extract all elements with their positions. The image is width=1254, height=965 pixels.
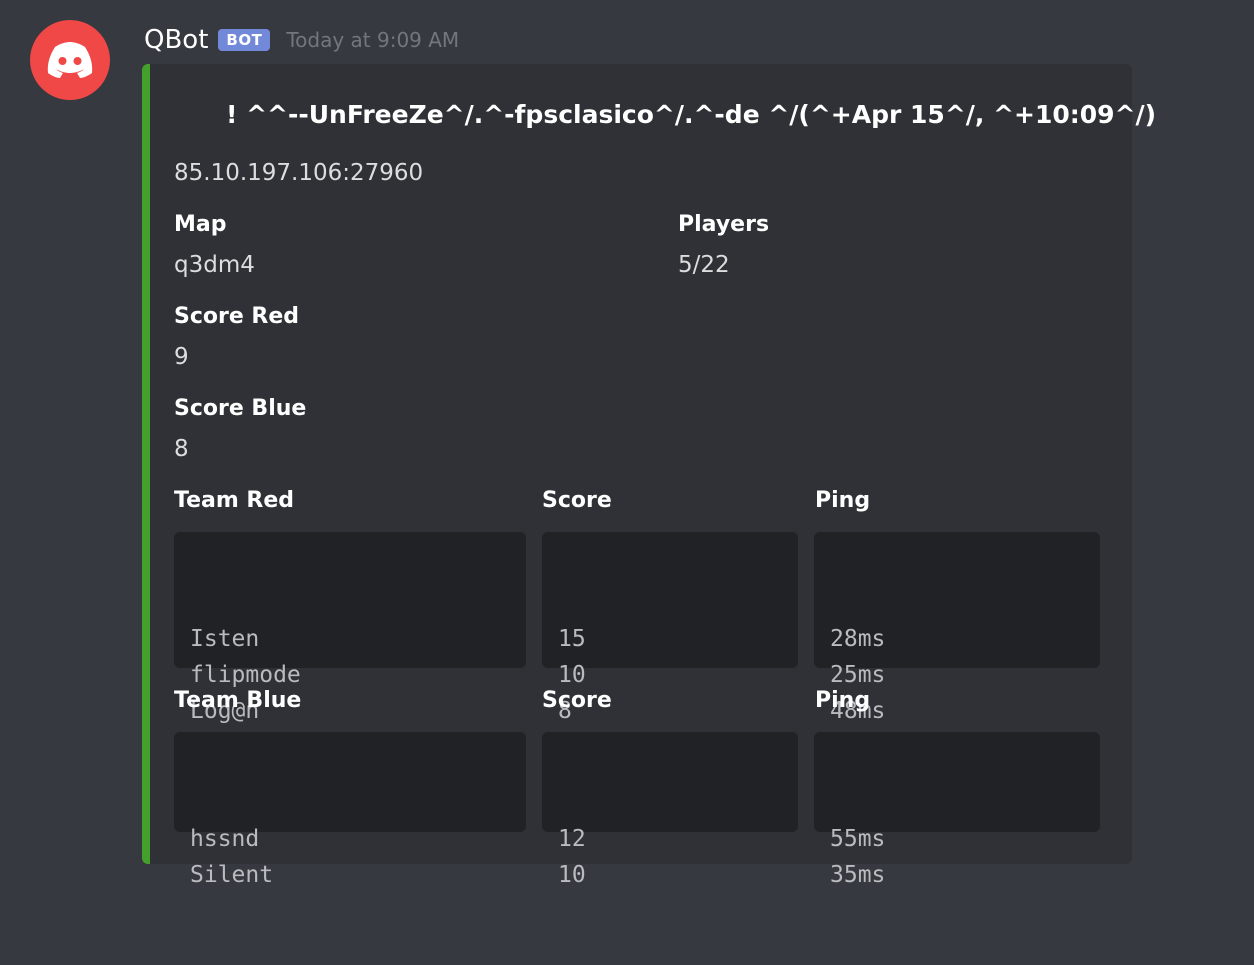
server-address: 85.10.197.106:27960 <box>174 160 424 186</box>
player-name: hssnd <box>190 826 260 852</box>
player-name: Silent <box>190 862 274 888</box>
team-red-ping-label: Ping <box>815 488 871 513</box>
team-red-score-label: Score <box>542 488 612 513</box>
player-score: 12 <box>558 826 586 852</box>
team-blue-ping-label: Ping <box>815 688 871 713</box>
field-score-blue-value: 8 <box>174 436 189 462</box>
field-players-value: 5/22 <box>678 252 730 278</box>
message-header: QBot BOT Today at 9:09 AM <box>144 20 459 60</box>
team-blue-label: Team Blue <box>174 688 302 713</box>
player-score: 10 <box>558 862 586 888</box>
player-name: Isten <box>190 626 260 652</box>
team-blue-scores-codeblock: 12 10 <box>542 732 798 888</box>
team-red-label: Team Red <box>174 488 295 513</box>
team-blue-pings-codeblock: 55ms 35ms <box>814 732 1100 888</box>
discord-logo-icon <box>47 42 93 78</box>
embed-title: ! ^^--UnFreeZe^/.^-fpsclasico^/.^-de ^/(… <box>226 100 1157 129</box>
team-red-players-codeblock: Isten flipmode Log@n <box>174 532 526 724</box>
player-ping: 35ms <box>830 862 886 888</box>
field-map-label: Map <box>174 212 227 237</box>
bot-badge: BOT <box>218 29 271 51</box>
username[interactable]: QBot <box>144 25 208 55</box>
team-red-scores-codeblock: 15 10 8 <box>542 532 798 724</box>
player-score: 15 <box>558 626 586 652</box>
player-ping: 28ms <box>830 626 886 652</box>
field-score-red-value: 9 <box>174 344 189 370</box>
team-red-pings-codeblock: 28ms 25ms 48ms <box>814 532 1100 724</box>
team-blue-players-codeblock: hssnd Silent <box>174 732 526 888</box>
avatar[interactable] <box>30 20 110 100</box>
field-score-red-label: Score Red <box>174 304 300 329</box>
field-score-blue-label: Score Blue <box>174 396 307 421</box>
player-ping: 55ms <box>830 826 886 852</box>
team-blue-score-label: Score <box>542 688 612 713</box>
field-map-value: q3dm4 <box>174 252 255 278</box>
embed: ! ^^--UnFreeZe^/.^-fpsclasico^/.^-de ^/(… <box>142 64 1156 888</box>
timestamp: Today at 9:09 AM <box>286 28 460 52</box>
field-players-label: Players <box>678 212 770 237</box>
